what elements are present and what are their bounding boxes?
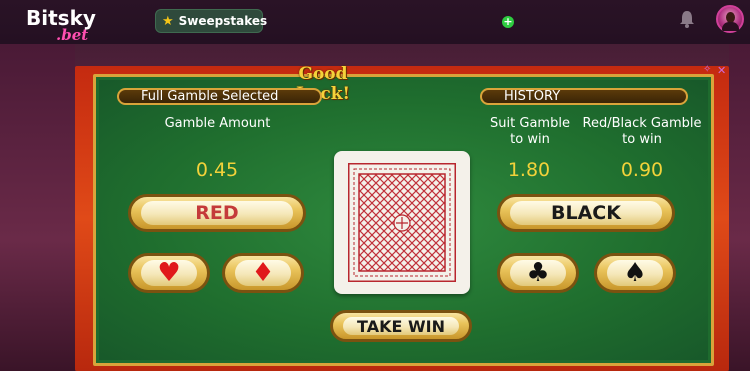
spade-icon: ♠ — [623, 258, 647, 288]
card-back-pattern-icon — [348, 163, 456, 282]
club-icon: ♣ — [526, 258, 550, 288]
avatar[interactable] — [716, 5, 744, 33]
star-icon: ★ — [162, 13, 174, 29]
background-right — [729, 44, 750, 371]
heart-icon: ♥ — [157, 258, 181, 288]
background-left — [0, 44, 75, 371]
gamble-amount-value: 0.45 — [195, 159, 239, 181]
suit-gamble-line2: to win — [510, 132, 550, 147]
sparkle-icon: ✧ — [703, 64, 712, 75]
top-bar: Bitsky .bet ★ Sweepstakes + — [0, 0, 750, 44]
diamonds-button[interactable]: ♦ — [222, 253, 304, 293]
face-down-card — [334, 151, 470, 294]
black-button[interactable]: BLACK — [497, 194, 675, 232]
sweepstakes-label: Sweepstakes — [178, 14, 268, 28]
logo-suffix: .bet — [56, 26, 89, 44]
game-title: Good Luck! — [296, 64, 350, 104]
avatar-body — [722, 22, 739, 31]
site-logo[interactable]: Bitsky .bet — [26, 6, 116, 44]
add-funds-button[interactable]: + — [502, 16, 514, 28]
red-black-gamble-label: Red/Black Gamble to win — [578, 116, 706, 148]
diamond-icon: ♦ — [251, 258, 275, 288]
red-black-line1: Red/Black Gamble — [582, 116, 702, 131]
suit-gamble-value: 1.80 — [507, 159, 551, 181]
take-win-label: TAKE WIN — [357, 316, 445, 336]
sweepstakes-button[interactable]: ★ Sweepstakes — [155, 9, 267, 33]
red-button-label: RED — [195, 202, 239, 224]
red-button[interactable]: RED — [128, 194, 306, 232]
gamble-mode-label: Full Gamble Selected — [117, 88, 322, 105]
suit-gamble-line1: Suit Gamble — [490, 116, 570, 131]
red-black-line2: to win — [622, 132, 662, 147]
clubs-button[interactable]: ♣ — [497, 253, 579, 293]
gamble-amount-label: Gamble Amount — [164, 116, 271, 131]
black-button-label: BLACK — [551, 202, 621, 224]
take-win-button[interactable]: TAKE WIN — [330, 310, 472, 342]
suit-gamble-label: Suit Gamble to win — [482, 116, 578, 148]
spades-button[interactable]: ♠ — [594, 253, 676, 293]
red-black-value: 0.90 — [620, 159, 664, 181]
bell-icon[interactable] — [678, 9, 696, 29]
hearts-button[interactable]: ♥ — [128, 253, 210, 293]
close-button[interactable]: ✕ — [717, 64, 726, 77]
history-button[interactable]: HISTORY — [480, 88, 688, 105]
